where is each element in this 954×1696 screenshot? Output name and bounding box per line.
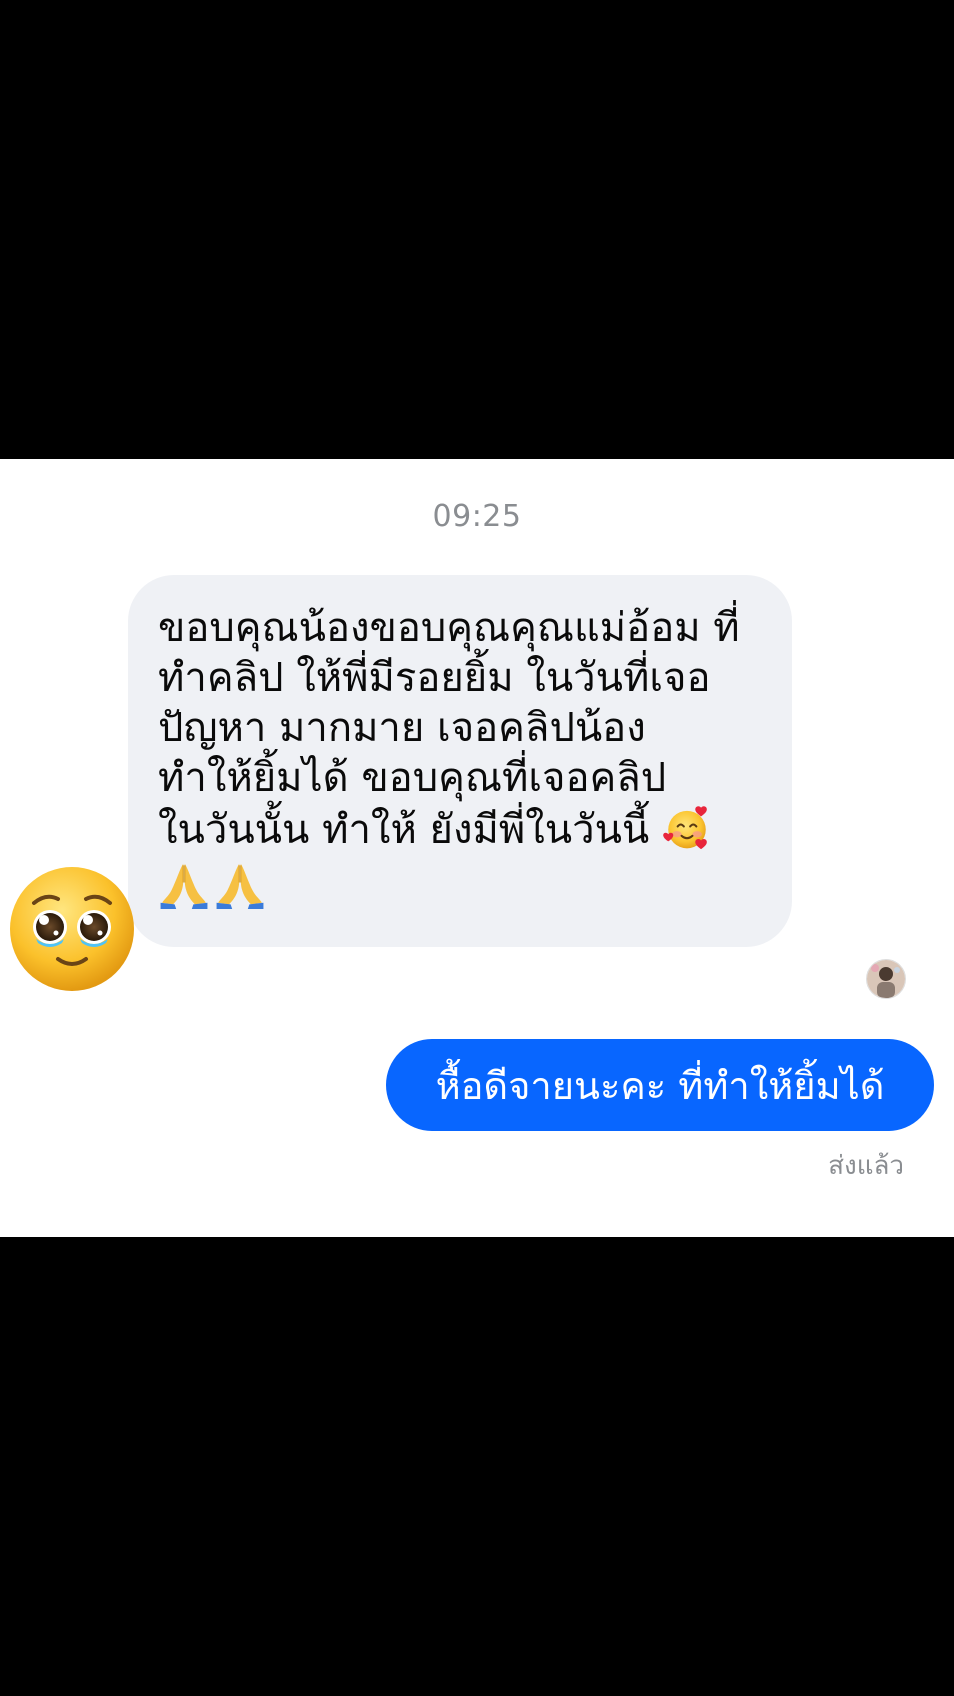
pleading-face-sticker-icon [10, 867, 134, 991]
incoming-message-text: ขอบคุณน้องขอบคุณคุณแม่อ้อม ที่ ทำคลิป ให… [158, 603, 764, 855]
incoming-message-bubble[interactable]: ขอบคุณน้องขอบคุณคุณแม่อ้อม ที่ ทำคลิป ให… [128, 575, 792, 947]
incoming-message-body: ขอบคุณน้องขอบคุณคุณแม่อ้อม ที่ ทำคลิป ให… [158, 605, 740, 853]
folded-hands-icon [216, 863, 264, 909]
chat-thread[interactable]: 09:25 ขอบคุณน้องขอบคุณคุณแม่อ้อม ที่ ทำค… [0, 459, 954, 1237]
message-timestamp: 09:25 [432, 499, 522, 534]
bottom-letterbox [0, 1237, 954, 1696]
sent-status: ส่งแล้ว [828, 1151, 904, 1181]
avatar-photo-icon [867, 960, 905, 998]
trailing-emoji-row [158, 859, 764, 909]
outgoing-message-bubble[interactable]: หื้อดีจายนะคะ ที่ทำให้ยิ้มได้ [386, 1039, 934, 1131]
outgoing-message-text: หื้อดีจายนะคะ ที่ทำให้ยิ้มได้ [435, 1063, 885, 1108]
read-receipt-avatar [866, 959, 906, 999]
folded-hands-icon [160, 863, 208, 909]
smiling-face-with-hearts-icon [663, 806, 707, 850]
top-letterbox [0, 0, 954, 459]
